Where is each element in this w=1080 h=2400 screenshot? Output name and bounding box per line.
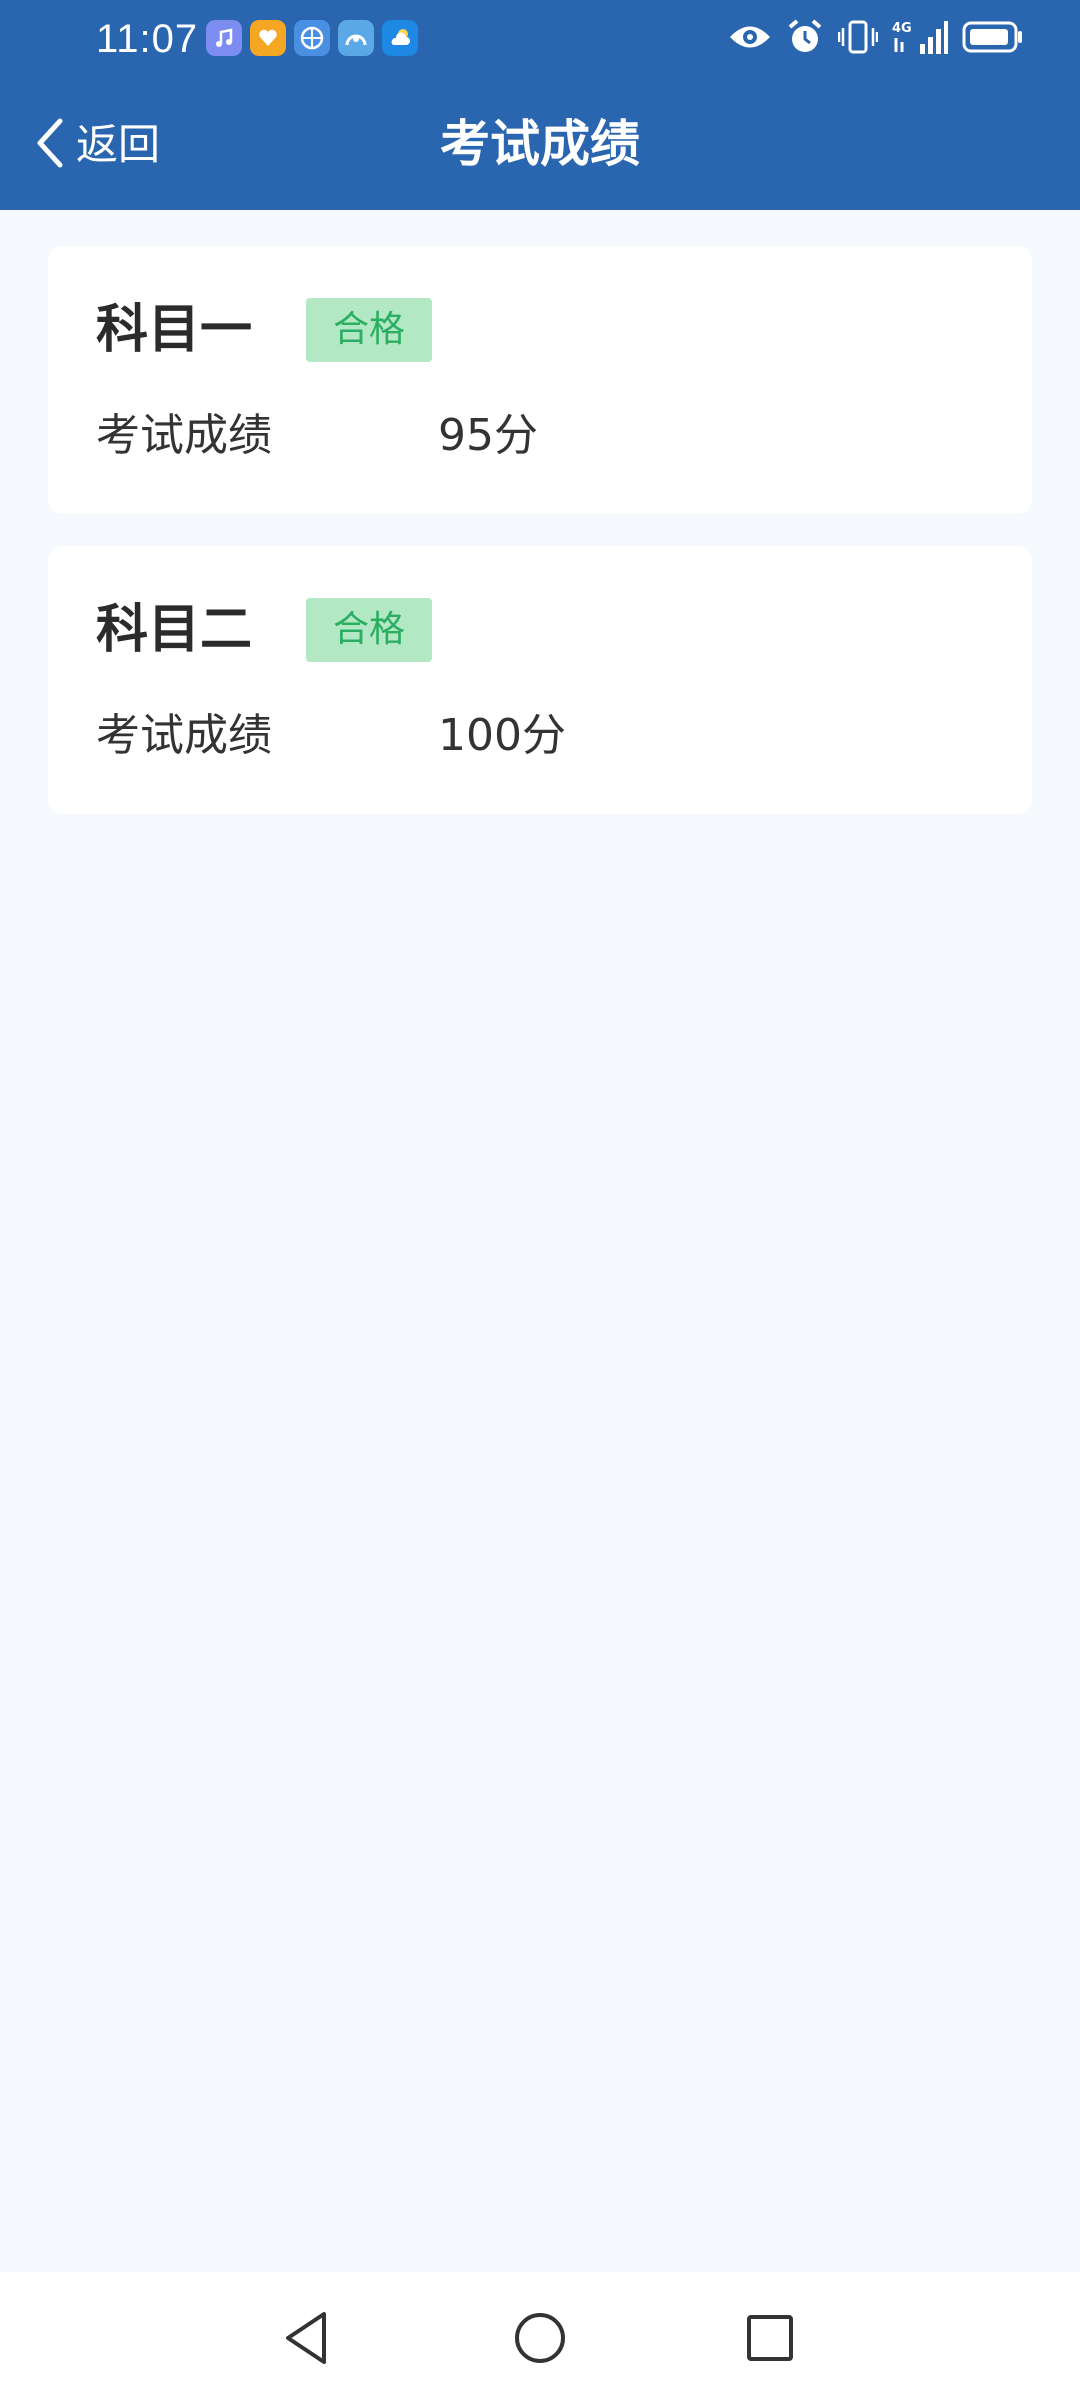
svg-text:4G: 4G: [892, 21, 912, 36]
battery-icon: [962, 20, 1024, 58]
signal-4g-icon: 4G: [892, 18, 948, 60]
notification-icons: [206, 20, 418, 56]
heart-app-icon: [250, 20, 286, 56]
recents-nav-icon[interactable]: [738, 2306, 802, 2370]
home-nav-icon[interactable]: [508, 2306, 572, 2370]
system-nav-bar: [0, 2272, 1080, 2400]
score-label: 考试成绩: [96, 410, 272, 461]
vibrate-icon: [837, 18, 879, 60]
result-card: 科目一 合格 考试成绩 95分: [48, 246, 1032, 514]
weather-app-icon: [382, 20, 418, 56]
status-badge: 合格: [306, 598, 432, 662]
page-title: 考试成绩: [440, 115, 640, 173]
subject-title: 科目一: [96, 300, 253, 360]
alarm-icon: [786, 18, 824, 60]
top-app-bar: 返回 考试成绩: [0, 78, 1080, 210]
score-label: 考试成绩: [96, 710, 272, 761]
eye-icon: [728, 22, 772, 56]
result-card: 科目二 合格 考试成绩 100分: [48, 546, 1032, 814]
status-bar: 11:07 4G: [0, 0, 1080, 78]
system-status-icons: 4G: [728, 18, 1024, 60]
browser-app-icon: [294, 20, 330, 56]
status-time: 11:07: [96, 17, 199, 61]
subject-title: 科目二: [96, 600, 253, 660]
status-badge: 合格: [306, 298, 432, 362]
back-nav-icon[interactable]: [276, 2306, 340, 2370]
score-value: 100分: [438, 710, 566, 761]
score-value: 95分: [438, 410, 538, 461]
music-app-icon: [206, 20, 242, 56]
photo-app-icon: [338, 20, 374, 56]
